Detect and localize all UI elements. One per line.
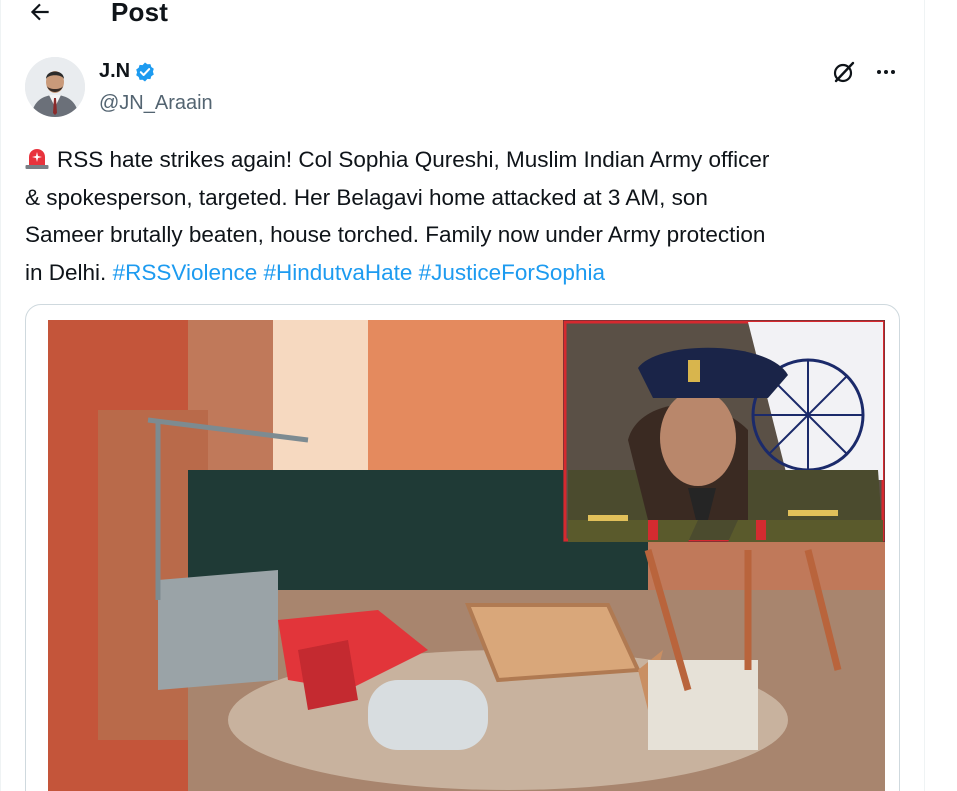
post-text-line-3: Sameer brutally beaten, house torched. F… xyxy=(25,222,766,247)
post-text-line-4: in Delhi. #RSSViolence #HindutvaHate #Ju… xyxy=(25,254,900,292)
right-column-border xyxy=(924,0,925,791)
author-display-name[interactable]: J.N xyxy=(99,60,156,83)
post-text-line-2: & spokesperson, targeted. Her Belagavi h… xyxy=(25,184,708,210)
arrow-left-icon xyxy=(30,3,49,21)
post-media-card[interactable] xyxy=(25,304,900,791)
post-text-line-4-prefix: in Delhi. xyxy=(25,259,107,285)
grok-button[interactable] xyxy=(830,58,858,86)
back-button[interactable] xyxy=(22,0,58,30)
post-text-line-1: RSS hate strikes again! Col Sophia Qures… xyxy=(57,147,770,172)
page-header: Post xyxy=(0,0,924,32)
left-column-border xyxy=(0,0,1,791)
hashtag-link[interactable]: #JusticeForSophia xyxy=(419,260,605,285)
post-text-line: RSS hate strikes again! Col Sophia Qures… xyxy=(25,141,900,179)
grok-icon xyxy=(833,61,855,83)
verified-badge-icon xyxy=(136,62,154,81)
page-title: Post xyxy=(111,0,169,27)
more-options-button[interactable] xyxy=(872,58,900,86)
more-horizontal-icon xyxy=(877,70,895,74)
author-handle[interactable]: @JN_Araain xyxy=(99,92,213,115)
post-photo xyxy=(48,320,885,791)
hashtag-link[interactable]: #RSSViolence xyxy=(113,260,258,285)
avatar-image xyxy=(25,57,85,117)
hashtag-link[interactable]: #HindutvaHate xyxy=(264,260,413,285)
author-name-text: J.N xyxy=(99,60,131,82)
avatar[interactable] xyxy=(25,57,85,117)
rotating-light-icon xyxy=(25,149,49,169)
post-text: RSS hate strikes again! Col Sophia Qures… xyxy=(25,141,900,291)
